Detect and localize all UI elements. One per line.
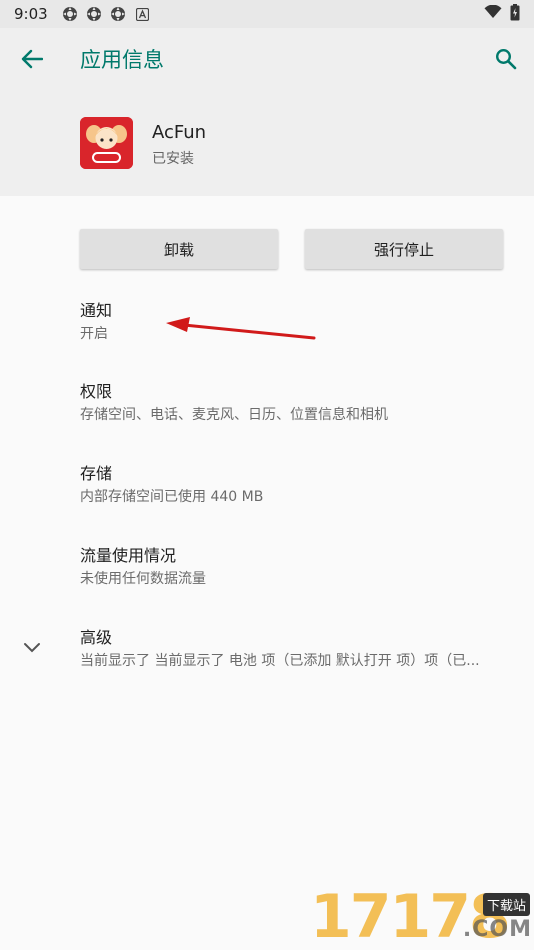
settings-item-title: 存储 bbox=[80, 464, 113, 483]
wifi-icon bbox=[484, 4, 502, 23]
gear-notification-icon bbox=[86, 6, 103, 23]
settings-item-summary: 内部存储空间已使用 440 MB bbox=[80, 489, 264, 505]
acfun-app-icon bbox=[80, 117, 133, 169]
settings-item-storage[interactable]: 存储 内部存储空间已使用 440 MB bbox=[80, 463, 520, 507]
settings-item-summary: 存储空间、电话、麦克风、日历、位置信息和相机 bbox=[80, 407, 388, 423]
arrow-left-icon bbox=[21, 49, 43, 69]
status-time: 9:03 bbox=[14, 5, 48, 23]
app-install-status: 已安装 bbox=[152, 151, 194, 167]
gear-notification-icon bbox=[62, 6, 79, 23]
search-icon bbox=[495, 48, 517, 70]
battery-icon bbox=[510, 3, 520, 25]
expand-advanced-button[interactable] bbox=[20, 638, 44, 658]
settings-item-advanced[interactable]: 高级 当前显示了 当前显示了 电池 项（已添加 默认打开 项）项（已... bbox=[80, 627, 520, 671]
status-bar: 9:03 bbox=[0, 0, 534, 28]
watermark-logo: 17178 下载站 .COM bbox=[310, 885, 534, 950]
gear-notification-icon bbox=[110, 6, 127, 23]
uninstall-button[interactable]: 卸载 bbox=[80, 229, 278, 269]
chevron-down-icon bbox=[24, 643, 40, 653]
settings-item-title: 权限 bbox=[80, 382, 113, 401]
settings-item-data-usage[interactable]: 流量使用情况 未使用任何数据流量 bbox=[80, 545, 520, 589]
app-info-header: 应用信息 AcFun 已安装 bbox=[0, 28, 534, 196]
watermark-domain: .COM bbox=[462, 917, 532, 942]
settings-item-summary: 当前显示了 当前显示了 电池 项（已添加 默认打开 项）项（已... bbox=[80, 653, 480, 669]
annotation-arrow-icon bbox=[166, 317, 316, 340]
search-button[interactable] bbox=[492, 45, 520, 73]
settings-item-title: 流量使用情况 bbox=[80, 546, 177, 565]
back-button[interactable] bbox=[18, 45, 46, 73]
watermark-tag: 下载站 bbox=[482, 893, 530, 916]
page-title: 应用信息 bbox=[80, 48, 164, 72]
app-name: AcFun bbox=[152, 122, 207, 143]
a-badge-icon bbox=[134, 6, 151, 23]
settings-item-summary: 未使用任何数据流量 bbox=[80, 571, 206, 587]
settings-item-title: 高级 bbox=[80, 628, 113, 647]
settings-item-permissions[interactable]: 权限 存储空间、电话、麦克风、日历、位置信息和相机 bbox=[80, 381, 520, 425]
force-stop-button[interactable]: 强行停止 bbox=[305, 229, 503, 269]
